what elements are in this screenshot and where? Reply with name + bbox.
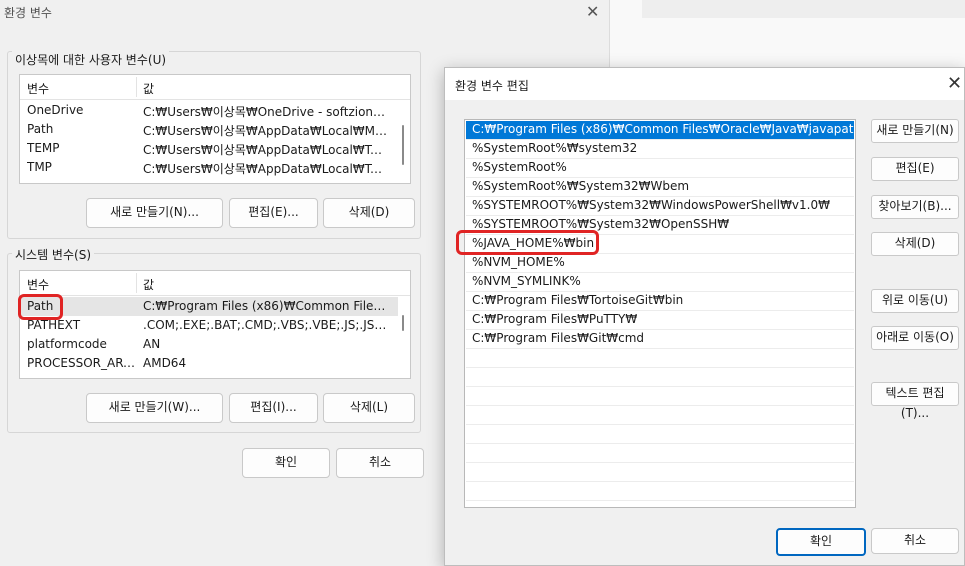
variable-name: TMP (27, 160, 52, 174)
system-edit-button[interactable]: 편집(I)... (229, 393, 318, 423)
list-header: 변수 값 (20, 271, 410, 296)
header-variable[interactable]: 변수 (27, 276, 49, 293)
path-item[interactable]: %NVM_SYMLINK% (466, 273, 854, 292)
path-text: %SYSTEMROOT%₩System32₩OpenSSH₩ (472, 217, 730, 231)
system-variables-list[interactable]: 변수 값 Path C:₩Program Files (x86)₩Common … (19, 270, 411, 379)
table-row[interactable]: OneDrive C:₩Users₩이상목₩OneDrive - softzio… (20, 101, 398, 120)
table-row-selected[interactable]: Path C:₩Program Files (x86)₩Common Files… (20, 297, 398, 316)
move-down-button[interactable]: 아래로 이동(O) (871, 326, 959, 350)
system-variables-legend: 시스템 변수(S) (12, 246, 94, 263)
user-variables-list[interactable]: 변수 값 OneDrive C:₩Users₩이상목₩OneDrive - so… (19, 74, 411, 184)
user-delete-button[interactable]: 삭제(D) (323, 198, 415, 228)
close-icon[interactable]: ✕ (947, 73, 962, 94)
table-row[interactable]: Path C:₩Users₩이상목₩AppData₩Local₩Micros..… (20, 120, 398, 139)
path-item-empty[interactable] (466, 444, 854, 463)
variable-name: PROCESSOR_ARC... (27, 356, 135, 370)
variable-value: C:₩Users₩이상목₩OneDrive - softzion.com (143, 105, 388, 119)
variable-value: AMD64 (143, 356, 187, 370)
path-list[interactable]: C:₩Program Files (x86)₩Common Files₩Orac… (464, 119, 856, 508)
path-item-empty[interactable] (466, 387, 854, 406)
dialog-title: 환경 변수 편집 (455, 79, 529, 93)
path-text: %SystemRoot% (472, 160, 567, 174)
path-text: C:₩Program Files₩TortoiseGit₩bin (472, 293, 684, 307)
variable-name: OneDrive (27, 103, 84, 117)
variable-value: AN (143, 337, 161, 351)
dialog-cancel-button[interactable]: 취소 (871, 528, 959, 554)
path-text: C:₩Program Files₩Git₩cmd (472, 331, 645, 345)
table-row[interactable]: TEMP C:₩Users₩이상목₩AppData₩Local₩Temp (20, 139, 398, 158)
header-value[interactable]: 값 (143, 276, 154, 293)
list-header: 변수 값 (20, 75, 410, 100)
edit-text-button[interactable]: 텍스트 편집(T)... (871, 382, 959, 420)
path-item[interactable]: %SystemRoot% (466, 159, 854, 178)
delete-path-button[interactable]: 삭제(D) (871, 232, 959, 256)
path-item[interactable]: C:₩Program Files₩PuTTY₩ (466, 311, 854, 330)
dialog-ok-button[interactable]: 확인 (776, 528, 866, 556)
path-text: %SystemRoot%₩system32 (472, 141, 638, 155)
path-item-empty[interactable] (466, 463, 854, 482)
user-new-button[interactable]: 새로 만들기(N)... (86, 198, 223, 228)
variable-name: platformcode (27, 337, 107, 351)
variable-name: TEMP (27, 141, 60, 155)
path-item[interactable]: %SystemRoot%₩System32₩Wbem (466, 178, 854, 197)
cancel-button[interactable]: 취소 (336, 448, 424, 478)
path-text: %NVM_SYMLINK% (472, 274, 581, 288)
header-value[interactable]: 값 (143, 80, 154, 97)
table-row[interactable]: platformcode AN (20, 335, 398, 354)
browse-button[interactable]: 찾아보기(B)... (871, 195, 959, 219)
path-item[interactable]: %SYSTEMROOT%₩System32₩WindowsPowerShell₩… (466, 197, 854, 216)
variable-value: C:₩Users₩이상목₩AppData₩Local₩Temp (143, 162, 388, 176)
path-item[interactable]: %NVM_HOME% (466, 254, 854, 273)
background-strip (642, 0, 965, 18)
variable-name: PATHEXT (27, 318, 81, 332)
system-delete-button[interactable]: 삭제(L) (323, 393, 415, 423)
variable-value: C:₩Program Files (x86)₩Common Files₩Or..… (143, 299, 388, 313)
variable-name: Path (27, 122, 54, 136)
variable-value: C:₩Users₩이상목₩AppData₩Local₩Micros... (143, 124, 388, 138)
annotation-highlight (456, 230, 599, 255)
path-item[interactable]: %SystemRoot%₩system32 (466, 140, 854, 159)
path-item-empty[interactable] (466, 425, 854, 444)
path-text: %NVM_HOME% (472, 255, 565, 269)
scrollbar-thumb[interactable] (402, 315, 404, 331)
system-new-button[interactable]: 새로 만들기(W)... (86, 393, 223, 423)
path-item-empty[interactable] (466, 368, 854, 387)
annotation-highlight (18, 294, 63, 320)
path-item-empty[interactable] (466, 349, 854, 368)
edit-env-variable-dialog: 환경 변수 편집 ✕ C:₩Program Files (x86)₩Common… (444, 67, 965, 566)
path-item[interactable]: C:₩Program Files₩Git₩cmd (466, 330, 854, 349)
table-row[interactable]: TMP C:₩Users₩이상목₩AppData₩Local₩Temp (20, 158, 398, 177)
ok-button[interactable]: 확인 (242, 448, 330, 478)
scrollbar-thumb[interactable] (402, 125, 404, 165)
path-item[interactable]: C:₩Program Files₩TortoiseGit₩bin (466, 292, 854, 311)
edit-path-button[interactable]: 편집(E) (871, 157, 959, 181)
new-path-button[interactable]: 새로 만들기(N) (871, 119, 959, 143)
path-item-selected[interactable]: C:₩Program Files (x86)₩Common Files₩Orac… (466, 121, 856, 140)
path-text: %SYSTEMROOT%₩System32₩WindowsPowerShell₩… (472, 198, 830, 212)
path-text: %SystemRoot%₩System32₩Wbem (472, 179, 690, 193)
user-variables-legend: 이상목에 대한 사용자 변수(U) (12, 51, 170, 68)
move-up-button[interactable]: 위로 이동(U) (871, 289, 959, 313)
table-row[interactable]: PROCESSOR_ARC... AMD64 (20, 354, 398, 373)
close-icon[interactable]: ✕ (586, 2, 599, 21)
path-text: C:₩Program Files (x86)₩Common Files₩Orac… (472, 122, 856, 136)
header-variable[interactable]: 변수 (27, 80, 49, 97)
path-text: C:₩Program Files₩PuTTY₩ (472, 312, 638, 326)
table-row[interactable]: PATHEXT .COM;.EXE;.BAT;.CMD;.VBS;.VBE;.J… (20, 316, 398, 335)
variable-value: .COM;.EXE;.BAT;.CMD;.VBS;.VBE;.JS;.JSE;.… (143, 318, 388, 332)
user-edit-button[interactable]: 편집(E)... (229, 198, 318, 228)
variable-value: C:₩Users₩이상목₩AppData₩Local₩Temp (143, 143, 388, 157)
window-title: 환경 변수 (4, 6, 52, 20)
path-item-empty[interactable] (466, 482, 854, 501)
path-item-empty[interactable] (466, 406, 854, 425)
